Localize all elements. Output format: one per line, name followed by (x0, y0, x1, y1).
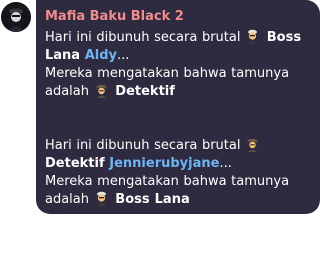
message-text: Mereka mengatakan bahwa tamunya (45, 66, 290, 81)
message-text: adalah (45, 192, 90, 207)
boss-emoji-icon (95, 191, 108, 206)
mention-link[interactable]: Aldy (85, 48, 117, 63)
message-text: Hari ini dibunuh secara brutal (45, 30, 241, 45)
message-line: Hari ini dibunuh secara brutal (45, 137, 310, 155)
message-text: Mereka mengatakan bahwa tamunya (45, 174, 290, 189)
message-text: Hari ini dibunuh secara brutal (45, 138, 241, 153)
role-name: Boss (266, 30, 302, 45)
role-name: Detektif (45, 156, 105, 171)
message-line: Mereka mengatakan bahwa tamunya (45, 65, 310, 83)
message-line: adalah Detektif (45, 83, 310, 101)
message-line: Hari ini dibunuh secara brutal Boss (45, 29, 310, 47)
blank-gap (45, 101, 310, 137)
message-line: Lana Aldy... (45, 47, 310, 65)
message-line: Mereka mengatakan bahwa tamunya (45, 173, 310, 191)
message-line: Detektif Jennierubyjane... (45, 155, 310, 173)
message-line: adalah Boss Lana (45, 191, 310, 209)
detective-emoji-icon (95, 83, 108, 98)
chat-view: Mafia Baku Black 2 Hari ini dibunuh seca… (0, 0, 320, 262)
message-text: ... (117, 48, 130, 63)
mention-link[interactable]: Jennierubyjane (109, 156, 219, 171)
message-bubble: Mafia Baku Black 2 Hari ini dibunuh seca… (36, 0, 320, 214)
detective-emoji-icon (246, 137, 259, 152)
message-text: ... (219, 156, 232, 171)
role-name: Boss Lana (115, 192, 190, 207)
role-name: Lana (45, 48, 81, 63)
role-name: Detektif (115, 84, 175, 99)
avatar[interactable] (1, 2, 31, 32)
sender-name[interactable]: Mafia Baku Black 2 (45, 8, 310, 25)
boss-emoji-icon (246, 29, 259, 44)
message-text: adalah (45, 84, 90, 99)
avatar-image (1, 2, 31, 32)
